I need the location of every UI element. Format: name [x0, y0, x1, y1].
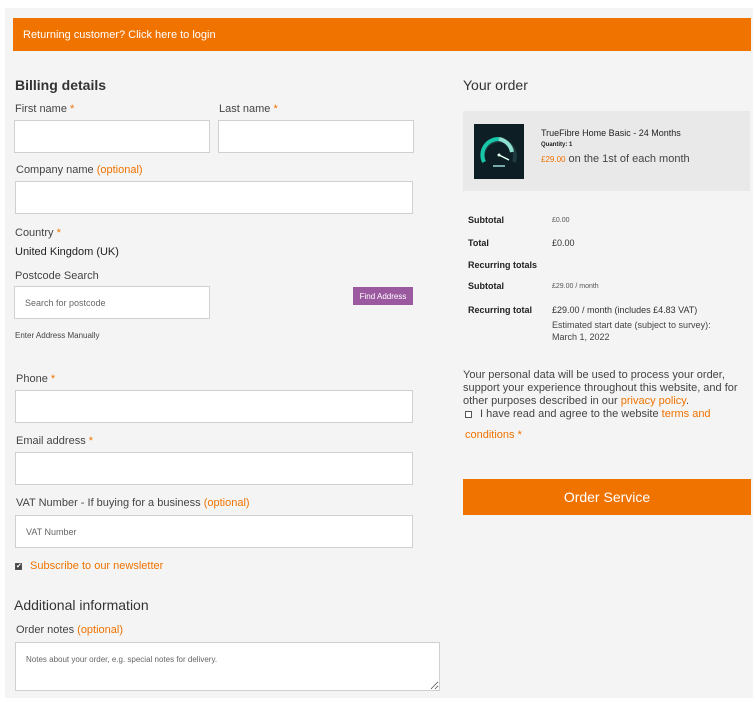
estimated-start-date: Estimated start date (subject to survey)…	[552, 319, 752, 343]
product-price-amount: £29.00	[541, 155, 566, 164]
subscribe-label: Subscribe to our newsletter	[30, 560, 164, 572]
company-name-input[interactable]	[15, 181, 413, 214]
privacy-notice: Your personal data will be used to proce…	[463, 369, 753, 408]
speedometer-icon	[474, 124, 524, 179]
subtotal-label: Subtotal	[468, 215, 504, 225]
recurring-total-label: Recurring total	[468, 305, 533, 315]
recurring-subtotal-label: Subtotal	[468, 281, 504, 291]
first-name-input[interactable]	[14, 120, 210, 153]
first-name-label: First name *	[15, 103, 75, 115]
vat-number-label: VAT Number - If buying for a business (o…	[16, 497, 250, 509]
phone-label: Phone *	[16, 373, 56, 385]
terms-checkbox[interactable]	[465, 410, 472, 418]
billing-heading: Billing details	[15, 77, 107, 93]
email-label: Email address *	[16, 435, 94, 447]
required-mark: *	[273, 103, 278, 115]
subtotal-value: £0.00	[552, 217, 570, 224]
recurring-total-rest: / month (includes £4.83 VAT)	[582, 305, 698, 315]
phone-input[interactable]	[15, 390, 413, 423]
last-name-label: Last name *	[219, 103, 278, 115]
product-quantity: Quantity: 1	[541, 142, 573, 148]
order-service-button[interactable]: Order Service	[463, 479, 751, 515]
product-title: TrueFibre Home Basic - 24 Months	[541, 128, 681, 138]
privacy-text: Your personal data will be used to proce…	[463, 369, 738, 407]
recurring-total-value: £29.00 / month (includes £4.83 VAT)	[552, 305, 697, 315]
start-date-line1: Estimated start date (subject to survey)…	[552, 320, 711, 330]
last-name-input[interactable]	[218, 120, 414, 153]
country-label: Country *	[15, 227, 61, 239]
find-address-button[interactable]: Find Address	[353, 287, 413, 305]
company-name-label: Company name (optional)	[16, 164, 143, 176]
vat-number-input[interactable]	[15, 515, 413, 548]
enter-address-manually-link[interactable]: Enter Address Manually	[15, 331, 100, 340]
returning-customer-login-bar[interactable]: Returning customer? Click here to login	[13, 18, 751, 51]
email-input[interactable]	[15, 452, 413, 485]
additional-information-heading: Additional information	[14, 597, 149, 613]
optional-mark: (optional)	[77, 624, 124, 636]
required-mark: *	[517, 429, 522, 441]
subscribe-checkbox[interactable]: ✔	[15, 562, 22, 570]
terms-agreement-row[interactable]: I have read and agree to the website ter…	[465, 404, 753, 446]
terms-text: I have read and agree to the website	[480, 408, 659, 420]
start-date-line2: March 1, 2022	[552, 332, 610, 342]
required-mark: *	[50, 373, 56, 385]
recurring-total-amount: £29.00	[552, 305, 580, 315]
product-price-schedule: on the 1st of each month	[568, 153, 690, 165]
order-notes-label: Order notes (optional)	[16, 624, 124, 636]
postcode-search-label: Postcode Search	[15, 270, 99, 282]
optional-mark: (optional)	[203, 497, 250, 509]
total-label: Total	[468, 238, 489, 248]
login-bar-text: Returning customer? Click here to login	[23, 28, 216, 41]
total-value: £0.00	[552, 238, 575, 248]
product-price: £29.00 on the 1st of each month	[541, 153, 690, 165]
country-value: United Kingdom (UK)	[15, 246, 119, 258]
required-mark: *	[88, 435, 94, 447]
subscribe-newsletter-checkbox-row[interactable]: ✔ Subscribe to our newsletter	[15, 560, 163, 572]
recurring-subtotal-value: £29.00 / month	[552, 283, 599, 290]
optional-mark: (optional)	[96, 164, 143, 176]
required-mark: *	[70, 103, 75, 115]
required-mark: *	[56, 227, 61, 239]
postcode-search-input[interactable]	[14, 286, 210, 319]
your-order-heading: Your order	[463, 77, 528, 93]
recurring-totals-label: Recurring totals	[468, 260, 538, 270]
order-notes-textarea[interactable]	[15, 642, 440, 691]
